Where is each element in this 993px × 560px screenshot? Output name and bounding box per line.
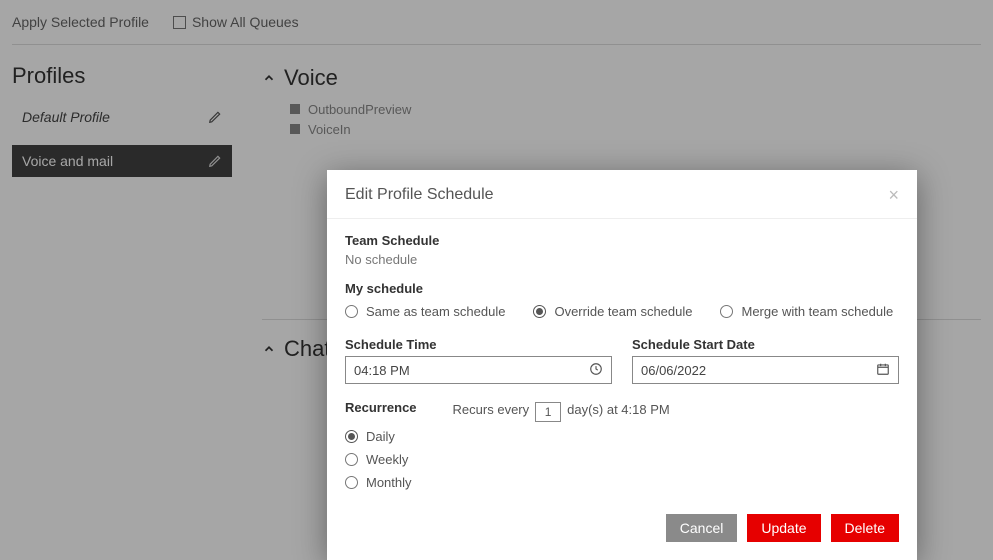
schedule-time-label: Schedule Time	[345, 337, 612, 352]
radio-icon	[345, 453, 358, 466]
modal-footer: Cancel Update Delete	[327, 498, 917, 560]
recurs-post: day(s) at 4:18 PM	[567, 402, 670, 417]
option-label: Weekly	[366, 452, 408, 467]
modal-title: Edit Profile Schedule	[345, 186, 494, 204]
schedule-time-input[interactable]: 04:18 PM	[345, 356, 612, 384]
recurrence-weekly[interactable]: Weekly	[345, 452, 417, 467]
schedule-fields: Schedule Time 04:18 PM Schedule Start Da…	[345, 337, 899, 384]
close-icon[interactable]: ×	[888, 186, 899, 204]
recurrence-options: Daily Weekly Monthly	[345, 429, 417, 490]
radio-icon	[345, 430, 358, 443]
edit-profile-schedule-modal: Edit Profile Schedule × Team Schedule No…	[327, 170, 917, 560]
my-schedule-label: My schedule	[345, 281, 899, 296]
recurrence-daily[interactable]: Daily	[345, 429, 417, 444]
option-override-team[interactable]: Override team schedule	[533, 304, 692, 319]
option-label: Monthly	[366, 475, 412, 490]
recurrence-monthly[interactable]: Monthly	[345, 475, 417, 490]
recurrence-summary: Recurs every 1 day(s) at 4:18 PM	[453, 400, 670, 490]
schedule-time-value: 04:18 PM	[354, 363, 589, 378]
schedule-date-input[interactable]: 06/06/2022	[632, 356, 899, 384]
schedule-date-value: 06/06/2022	[641, 363, 876, 378]
radio-icon	[533, 305, 546, 318]
schedule-time-field: Schedule Time 04:18 PM	[345, 337, 612, 384]
option-merge-team[interactable]: Merge with team schedule	[720, 304, 893, 319]
recurs-days-input[interactable]: 1	[535, 402, 561, 422]
clock-icon	[589, 362, 603, 379]
update-button[interactable]: Update	[747, 514, 820, 542]
recurrence-section: Recurrence Daily Weekly Monthly	[345, 400, 899, 490]
radio-icon	[720, 305, 733, 318]
delete-button[interactable]: Delete	[831, 514, 899, 542]
recurs-pre: Recurs every	[453, 402, 530, 417]
radio-icon	[345, 476, 358, 489]
option-same-as-team[interactable]: Same as team schedule	[345, 304, 505, 319]
option-label: Merge with team schedule	[741, 304, 893, 319]
team-schedule-value: No schedule	[345, 252, 899, 267]
radio-icon	[345, 305, 358, 318]
schedule-date-label: Schedule Start Date	[632, 337, 899, 352]
my-schedule-options: Same as team schedule Override team sche…	[345, 304, 899, 319]
modal-header: Edit Profile Schedule ×	[327, 170, 917, 219]
cancel-button[interactable]: Cancel	[666, 514, 738, 542]
option-label: Override team schedule	[554, 304, 692, 319]
modal-body: Team Schedule No schedule My schedule Sa…	[327, 219, 917, 498]
option-label: Daily	[366, 429, 395, 444]
schedule-date-field: Schedule Start Date 06/06/2022	[632, 337, 899, 384]
team-schedule-label: Team Schedule	[345, 233, 899, 248]
recurrence-label: Recurrence	[345, 400, 417, 415]
option-label: Same as team schedule	[366, 304, 505, 319]
calendar-icon	[876, 362, 890, 379]
